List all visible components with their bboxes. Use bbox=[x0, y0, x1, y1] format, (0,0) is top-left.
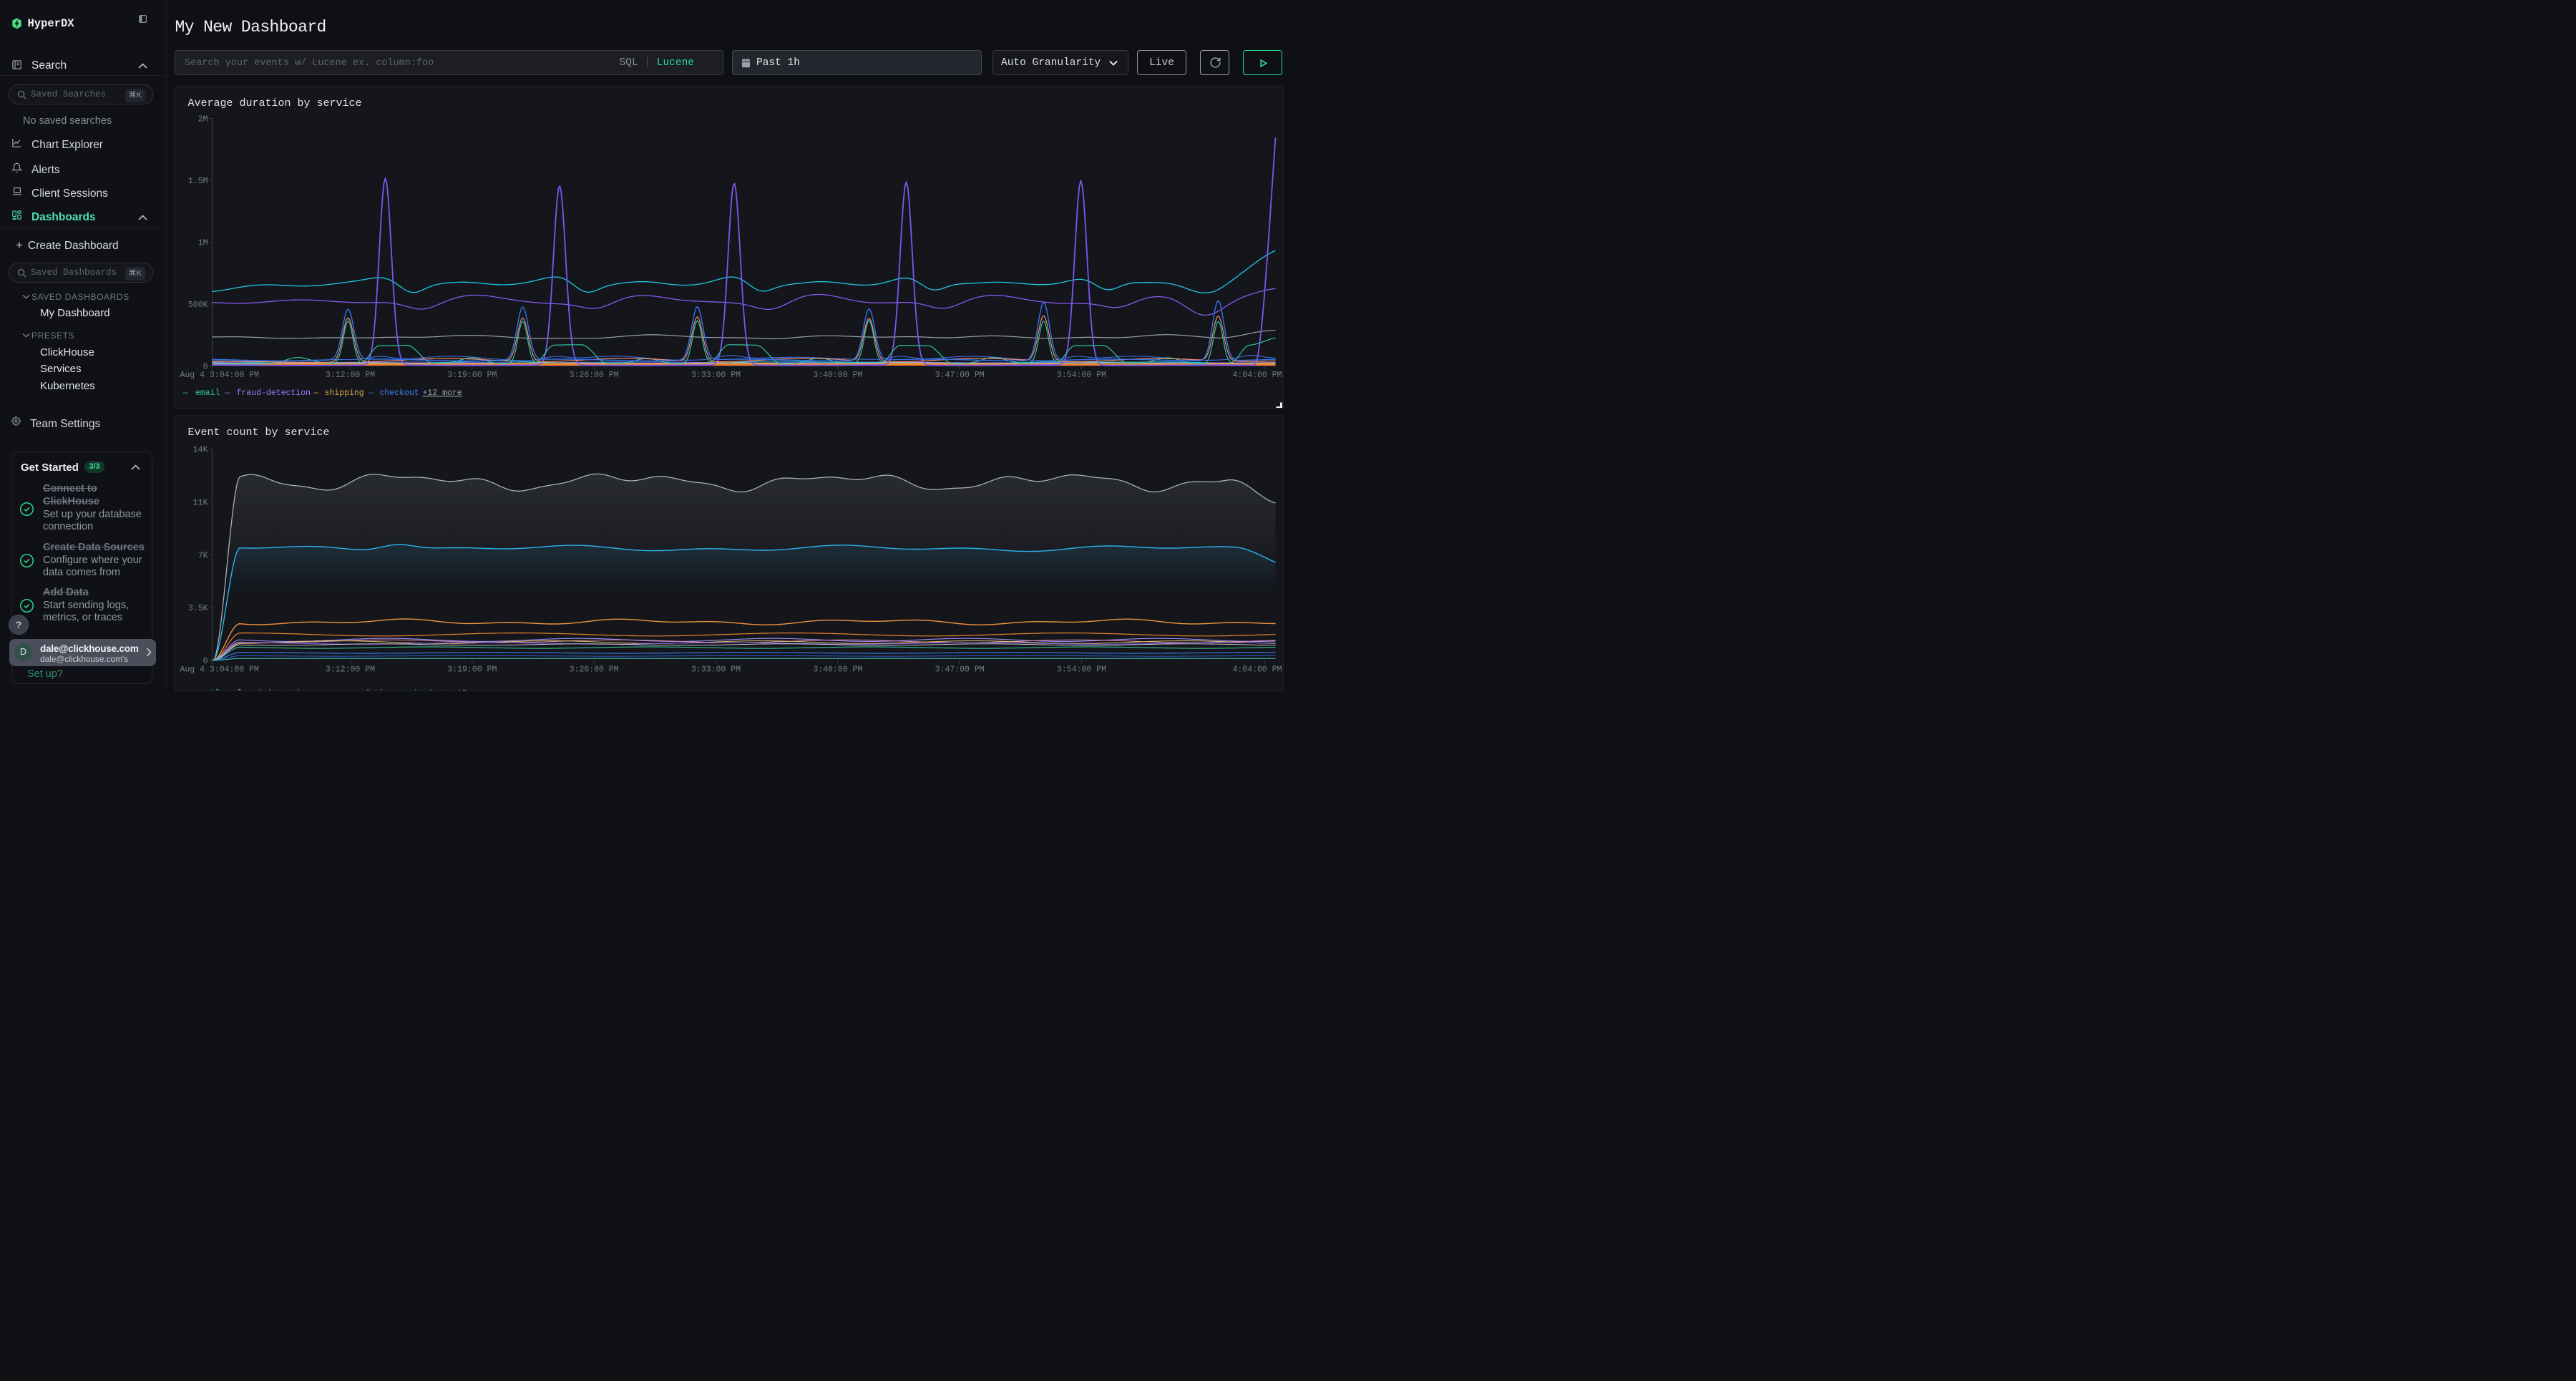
svg-text:7K: 7K bbox=[197, 551, 208, 560]
svg-text:3:12:00 PM: 3:12:00 PM bbox=[325, 371, 374, 380]
svg-text:recommendation: recommendation bbox=[324, 689, 394, 690]
svg-text:3:40:00 PM: 3:40:00 PM bbox=[813, 665, 862, 674]
svg-text:email: email bbox=[195, 689, 220, 690]
svg-text:1M: 1M bbox=[197, 238, 208, 248]
svg-text:+15 more: +15 more bbox=[452, 689, 492, 690]
svg-text:shipping: shipping bbox=[324, 389, 364, 398]
svg-text:3:40:00 PM: 3:40:00 PM bbox=[813, 371, 862, 380]
svg-text:3:54:00 PM: 3:54:00 PM bbox=[1056, 371, 1106, 380]
svg-text:11K: 11K bbox=[192, 498, 208, 507]
svg-text:—: — bbox=[224, 389, 230, 398]
svg-text:3.5K: 3.5K bbox=[187, 604, 208, 613]
svg-text:checkout: checkout bbox=[379, 389, 419, 398]
svg-text:3:26:00 PM: 3:26:00 PM bbox=[569, 665, 618, 674]
svg-text:—: — bbox=[397, 689, 403, 690]
svg-text:3:33:00 PM: 3:33:00 PM bbox=[691, 665, 740, 674]
svg-text:+12 more: +12 more bbox=[422, 389, 462, 398]
svg-text:—: — bbox=[224, 689, 230, 690]
svg-text:—: — bbox=[313, 689, 318, 690]
svg-text:—: — bbox=[182, 689, 188, 690]
svg-text:500K: 500K bbox=[187, 301, 208, 310]
svg-text:2M: 2M bbox=[197, 114, 208, 124]
svg-text:fraud-detection: fraud-detection bbox=[236, 689, 311, 690]
svg-text:3:12:00 PM: 3:12:00 PM bbox=[325, 665, 374, 674]
svg-text:3:47:00 PM: 3:47:00 PM bbox=[935, 665, 984, 674]
svg-text:3:19:00 PM: 3:19:00 PM bbox=[447, 371, 497, 380]
svg-text:3:33:00 PM: 3:33:00 PM bbox=[691, 371, 740, 380]
svg-text:14K: 14K bbox=[192, 445, 208, 454]
svg-text:fraud-detection: fraud-detection bbox=[236, 389, 311, 398]
svg-text:Aug 4 3:04:00 PM: Aug 4 3:04:00 PM bbox=[180, 371, 259, 380]
svg-text:3:54:00 PM: 3:54:00 PM bbox=[1056, 665, 1106, 674]
svg-text:checkout: checkout bbox=[409, 689, 449, 690]
svg-text:3:47:00 PM: 3:47:00 PM bbox=[935, 371, 984, 380]
svg-text:3:19:00 PM: 3:19:00 PM bbox=[447, 665, 497, 674]
svg-text:—: — bbox=[368, 389, 374, 398]
svg-text:1.5M: 1.5M bbox=[187, 177, 208, 186]
svg-text:email: email bbox=[195, 389, 220, 398]
svg-text:—: — bbox=[182, 389, 188, 398]
svg-text:3:26:00 PM: 3:26:00 PM bbox=[569, 371, 618, 380]
svg-text:Aug 4 3:04:00 PM: Aug 4 3:04:00 PM bbox=[180, 665, 259, 674]
svg-text:—: — bbox=[313, 389, 318, 398]
svg-text:4:04:00 PM: 4:04:00 PM bbox=[1232, 371, 1282, 380]
svg-text:4:04:00 PM: 4:04:00 PM bbox=[1232, 665, 1282, 674]
